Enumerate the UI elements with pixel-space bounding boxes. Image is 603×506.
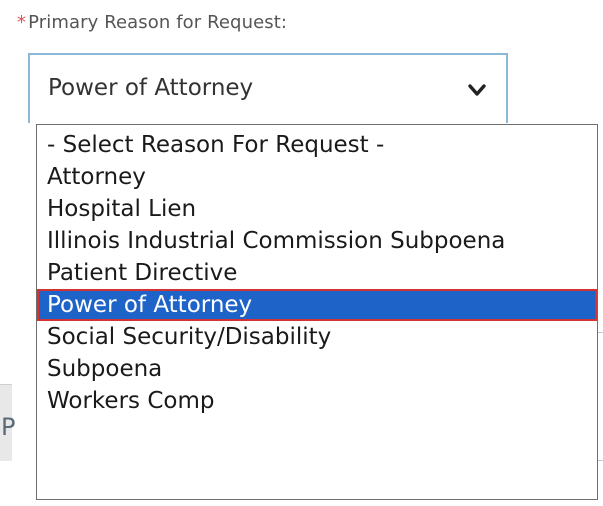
background-heading-letter: P	[1, 413, 16, 441]
dropdown-option[interactable]: Workers Comp	[37, 385, 597, 417]
required-marker: *	[17, 12, 27, 33]
background-section-heading: P	[0, 384, 16, 461]
dropdown-option[interactable]: Illinois Industrial Commission Subpoena	[37, 225, 597, 257]
dropdown-option[interactable]: Social Security/Disability	[37, 321, 597, 353]
dropdown-option[interactable]: Hospital Lien	[37, 193, 597, 225]
select-current-value: Power of Attorney	[48, 75, 254, 101]
primary-reason-label-text: Primary Reason for Request:	[28, 12, 288, 33]
dropdown-option[interactable]: Attorney	[37, 161, 597, 193]
dropdown-option[interactable]: Subpoena	[37, 353, 597, 385]
primary-reason-select[interactable]: Power of Attorney	[28, 53, 508, 123]
dropdown-option[interactable]: - Select Reason For Request -	[37, 129, 597, 161]
primary-reason-label: * Primary Reason for Request:	[17, 12, 287, 33]
chevron-down-icon	[468, 84, 486, 96]
reason-dropdown-list[interactable]: - Select Reason For Request - Attorney Hos…	[36, 124, 598, 500]
dropdown-option[interactable]: Patient Directive	[37, 257, 597, 289]
dropdown-option[interactable]: Power of Attorney	[37, 289, 597, 321]
request-form: * Primary Reason for Request: Power of At…	[0, 0, 603, 506]
